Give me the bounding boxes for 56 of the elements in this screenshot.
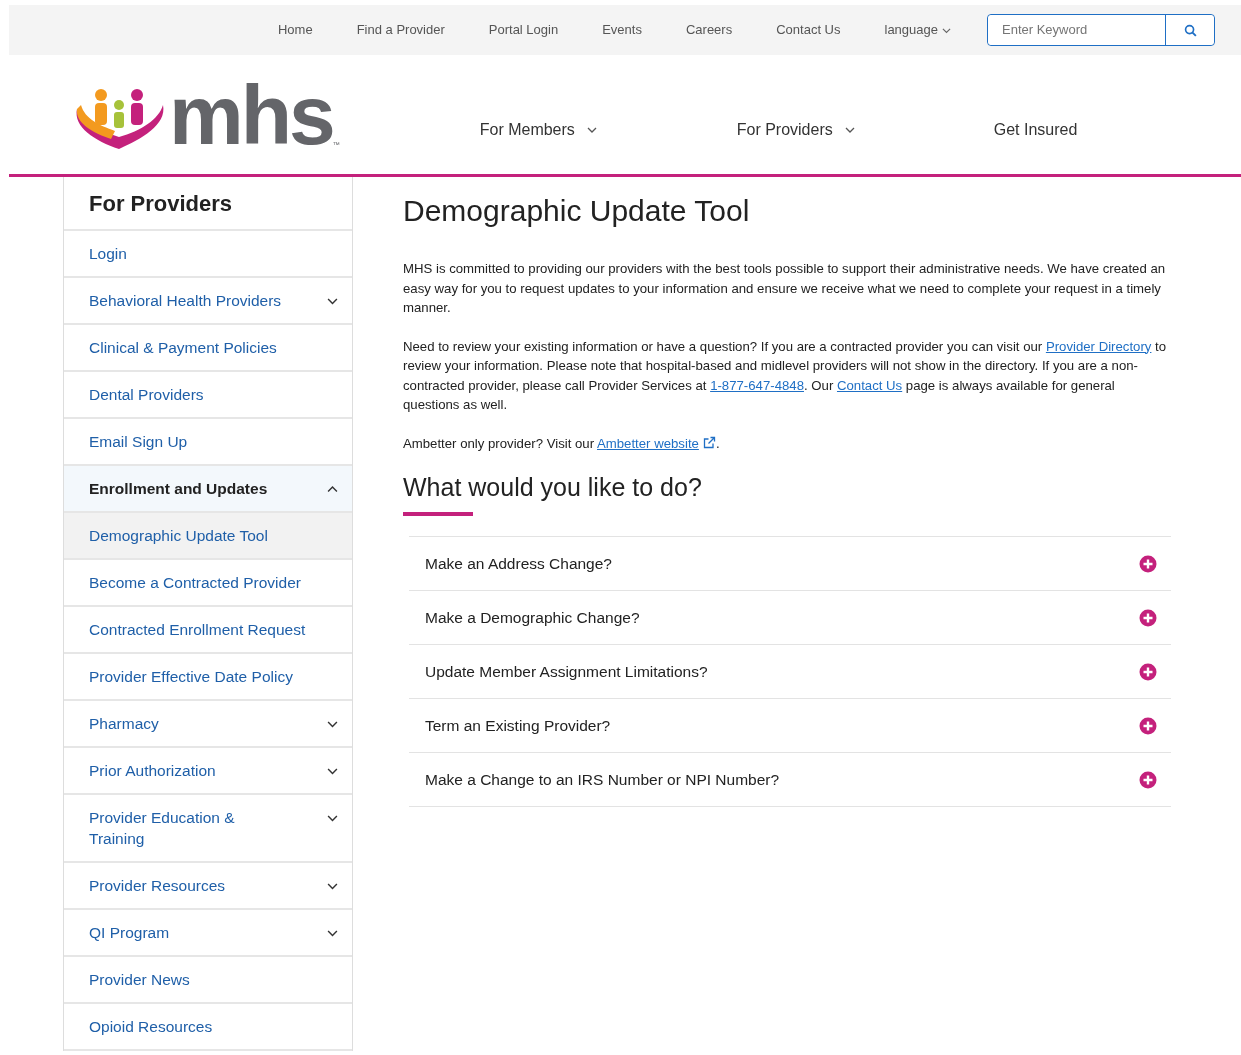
- sidebar-item[interactable]: Demographic Update Tool: [64, 513, 352, 561]
- search-button[interactable]: [1166, 15, 1214, 45]
- plus-icon: [1139, 608, 1157, 627]
- sidebar-item[interactable]: Behavioral Health Providers: [64, 278, 352, 326]
- sidebar-item[interactable]: Provider Resources: [64, 863, 352, 911]
- text-link[interactable]: Provider Directory: [1045, 338, 1152, 354]
- sidebar-item[interactable]: Provider News: [64, 957, 352, 1005]
- logo-wordmark: mhs: [169, 72, 333, 157]
- paragraph: Ambetter only provider? Visit our Ambetter website .: [403, 434, 721, 453]
- search-field[interactable]: Enter Keyword: [988, 15, 1166, 45]
- sidebar-item[interactable]: Clinical & Payment Policies: [64, 325, 352, 373]
- nav-menu-item[interactable]: Get Insured: [993, 117, 1241, 142]
- page-title: Demographic Update Tool: [403, 193, 751, 229]
- sidebar-item[interactable]: Enrollment and Updates: [64, 466, 352, 514]
- sidebar-item[interactable]: QI Program: [64, 910, 352, 958]
- nav-link[interactable]: Careers: [685, 20, 733, 40]
- chevron-icon: [327, 815, 338, 822]
- sidebar-item[interactable]: Dental Providers: [64, 372, 352, 420]
- chevron-icon: [327, 298, 338, 305]
- sidebar-item[interactable]: Provider Education & Training: [64, 795, 352, 864]
- chevron-icon: [327, 768, 338, 775]
- chevron-icon: [942, 28, 951, 34]
- text-link[interactable]: Contact Us: [836, 377, 903, 393]
- text-link[interactable]: 1-877-647-4848: [710, 377, 804, 393]
- paragraph: MHS is committed to providing our providers with the best tools possible to support their administrative needs. We have created an easy way for you to request updates to your information and ensure we receive what we need to complete your request in a timely manner.: [403, 260, 1167, 317]
- sidebar-item[interactable]: Login: [64, 231, 352, 279]
- chevron-icon: [327, 930, 338, 937]
- section-heading: What would you like to do?: [403, 472, 703, 502]
- nav-menu-item[interactable]: For Members: [479, 117, 737, 142]
- sidebar-item[interactable]: Prior Authorization: [64, 748, 352, 796]
- nav-link[interactable]: Events: [602, 20, 642, 40]
- nav-link[interactable]: Find a Provider: [356, 20, 445, 40]
- nav-link[interactable]: Contact Us: [776, 20, 841, 40]
- plus-icon: [1139, 554, 1157, 573]
- plus-icon: [1139, 770, 1157, 789]
- sidebar-item[interactable]: Pharmacy: [64, 701, 352, 749]
- nav-link[interactable]: Home: [277, 20, 313, 40]
- nav-menu-item[interactable]: For Providers: [736, 117, 994, 142]
- sidebar-title: For Providers: [64, 177, 352, 232]
- sidebar-item[interactable]: Opioid Resources: [64, 1004, 352, 1052]
- chevron-icon: [844, 126, 855, 133]
- plus-icon: [1139, 716, 1157, 735]
- text-link[interactable]: Ambetter website: [597, 435, 699, 451]
- search-icon: [1183, 24, 1197, 38]
- external-link-icon[interactable]: [702, 435, 716, 449]
- sidebar-item[interactable]: Contracted Enrollment Request: [64, 607, 352, 655]
- chevron-icon: [586, 126, 597, 133]
- sidebar-item[interactable]: Become a Contracted Provider: [64, 560, 352, 608]
- chevron-icon: [327, 883, 338, 890]
- chevron-icon: [327, 486, 338, 493]
- sidebar-item[interactable]: Provider Effective Date Policy: [64, 654, 352, 702]
- plus-icon: [1139, 662, 1157, 681]
- nav-link[interactable]: Portal Login: [488, 20, 559, 40]
- language-dropdown[interactable]: language: [884, 20, 951, 40]
- paragraph: Need to review your existing information or have a question? If you are a contracted provider you can visit our Provider Directory to review your information. Please note that hospital-based and midlevel providers will not show in the directory. If you are a non-contracted provider, please call Provider Services at 1-877-647-4848. Our Contact Us page is always available for general questions as well.: [403, 337, 1168, 414]
- chevron-icon: [327, 721, 338, 728]
